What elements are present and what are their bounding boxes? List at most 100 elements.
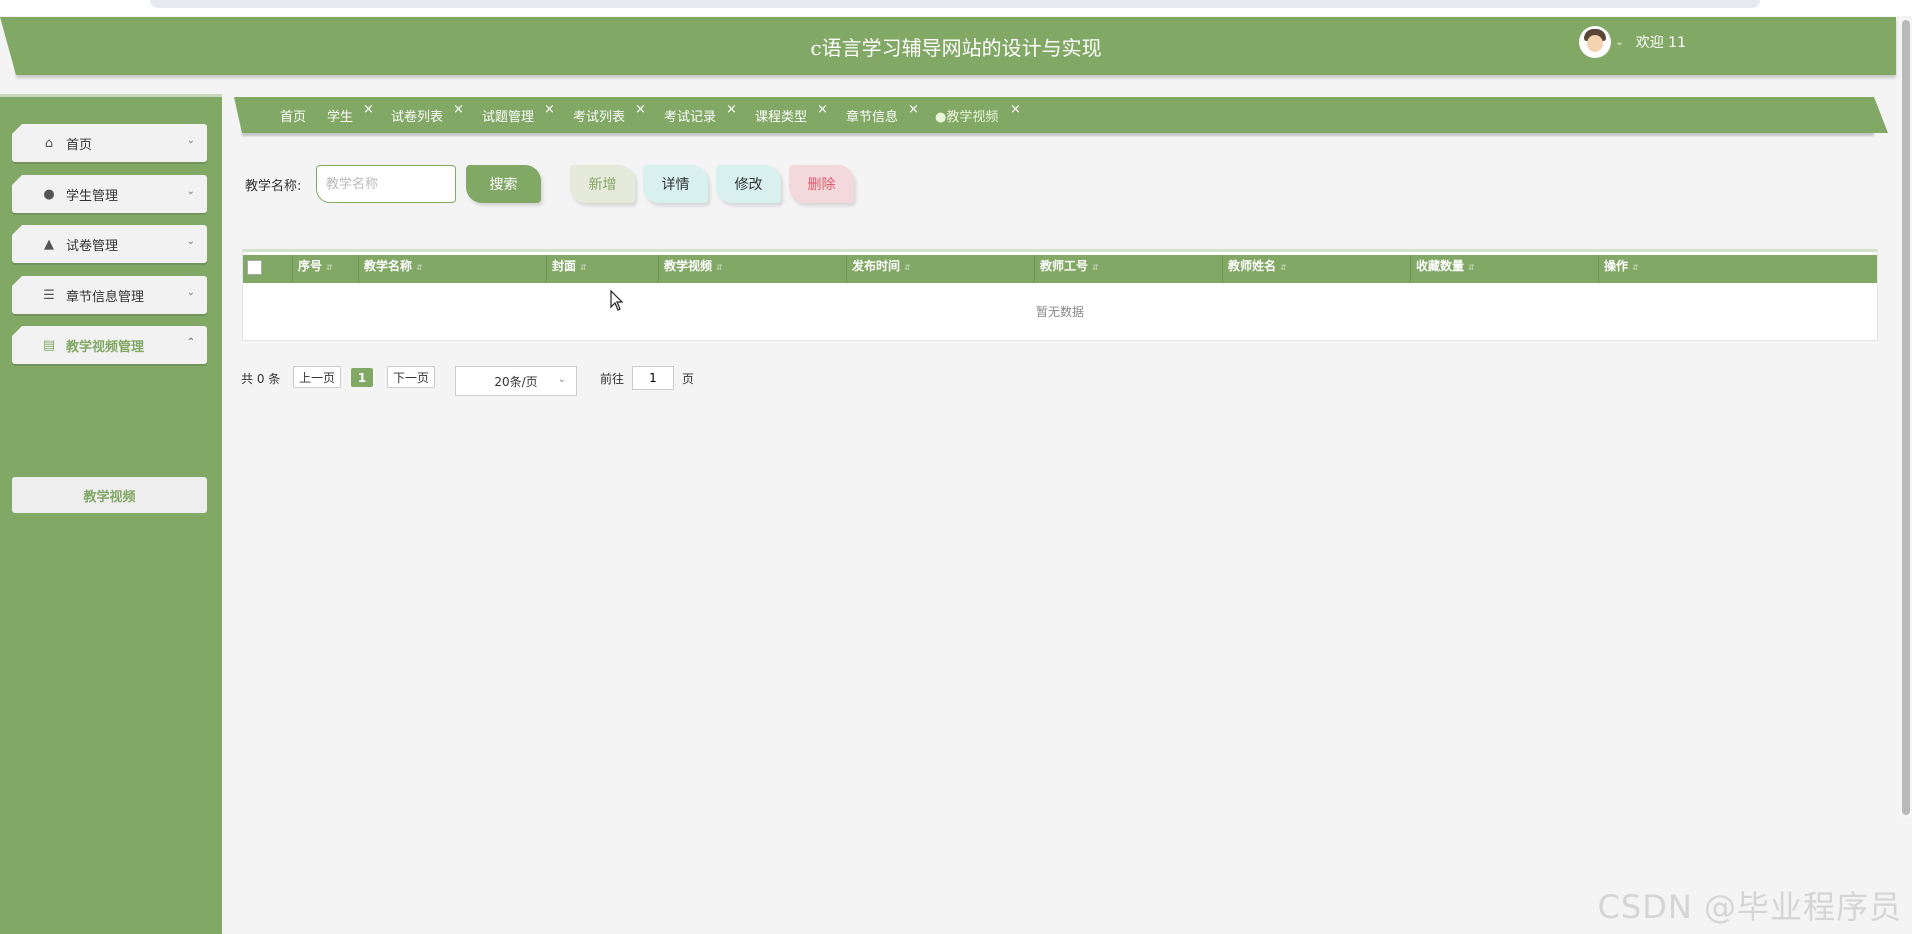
home-icon: ⌂ bbox=[44, 135, 54, 151]
tab-teaching-videos[interactable]: ●教学视频 × bbox=[935, 102, 1021, 125]
page-scrollbar[interactable] bbox=[1900, 18, 1912, 818]
goto-page-input[interactable] bbox=[632, 366, 674, 390]
column-header[interactable]: 教师姓名 ⇵ bbox=[1222, 255, 1410, 283]
empty-text: 暂无数据 bbox=[1035, 305, 1084, 319]
chevron-down-icon: ⌄ bbox=[186, 135, 195, 146]
watermark: CSDN @毕业程序员 bbox=[1597, 888, 1902, 926]
column-header[interactable]: 教师工号 ⇵ bbox=[1034, 255, 1222, 283]
close-icon[interactable]: × bbox=[1010, 102, 1021, 117]
tab-label: 课程类型 bbox=[755, 110, 808, 125]
select-all-checkbox[interactable] bbox=[247, 260, 262, 275]
user-icon: ● bbox=[43, 186, 55, 202]
close-icon[interactable]: × bbox=[453, 102, 464, 117]
tab-exam-list[interactable]: 考试列表 × bbox=[573, 102, 646, 125]
chevron-down-icon: ⌄ bbox=[557, 374, 566, 385]
chevron-down-icon[interactable]: ⌄ bbox=[1615, 37, 1623, 48]
user-menu[interactable]: ⌄ 欢迎 11 bbox=[1579, 26, 1686, 58]
column-header[interactable]: 收藏数量 ⇵ bbox=[1410, 255, 1598, 283]
sidebar-item-label: 章节信息管理 bbox=[66, 289, 145, 305]
sort-icon: ⇵ bbox=[1280, 263, 1287, 272]
sort-icon: ⇵ bbox=[580, 263, 587, 272]
column-header[interactable]: 封面 ⇵ bbox=[546, 255, 658, 283]
sort-icon: ⇵ bbox=[1092, 263, 1099, 272]
sort-icon: ⇵ bbox=[1468, 263, 1475, 272]
tab-label: 学生 bbox=[327, 110, 354, 125]
sidebar-item-chapters[interactable]: ☰ 章节信息管理 ⌄ bbox=[12, 276, 207, 314]
prev-page-button[interactable]: 上一页 bbox=[293, 366, 341, 388]
scrollbar-thumb[interactable] bbox=[1902, 20, 1910, 815]
column-header[interactable]: 操作 ⇵ bbox=[1598, 255, 1877, 283]
tab-course-types[interactable]: 课程类型 × bbox=[755, 102, 828, 125]
avatar[interactable] bbox=[1579, 26, 1612, 58]
data-table: 序号 ⇵ 教学名称 ⇵ 封面 ⇵ 教学视频 ⇵ 发布时间 ⇵ 教师工号 ⇵ 教师姓名 ⇵ 收藏… bbox=[242, 249, 1878, 341]
column-header[interactable]: 序号 ⇵ bbox=[292, 255, 358, 283]
page-unit: 页 bbox=[682, 372, 695, 386]
search-button[interactable]: 搜索 bbox=[466, 165, 541, 203]
tab-label: 考试记录 bbox=[664, 110, 717, 125]
tab-label: 试题管理 bbox=[482, 110, 535, 125]
add-button[interactable]: 新增 bbox=[570, 165, 635, 203]
app-header: c语言学习辅导网站的设计与实现 ⌄ 欢迎 11 bbox=[0, 17, 1896, 75]
sidebar-item-papers[interactable]: ▲ 试卷管理 ⌄ bbox=[12, 225, 207, 263]
sort-icon: ⇵ bbox=[326, 263, 333, 272]
close-icon[interactable]: × bbox=[726, 102, 737, 117]
tab-label: 首页 bbox=[280, 110, 307, 125]
edit-button[interactable]: 修改 bbox=[716, 165, 781, 203]
sidebar: ⌂ 首页 ⌄ ● 学生管理 ⌄ ▲ 试卷管理 ⌄ ☰ 章节信息管理 ⌄ ▤ 教学… bbox=[0, 97, 222, 934]
sidebar-item-home[interactable]: ⌂ 首页 ⌄ bbox=[12, 124, 207, 162]
search-label: 教学名称: bbox=[245, 179, 302, 194]
sidebar-subitem-videos[interactable]: 教学视频 bbox=[12, 477, 207, 513]
tab-exam-records[interactable]: 考试记录 × bbox=[664, 102, 737, 125]
sort-icon: ⇵ bbox=[716, 263, 723, 272]
column-header[interactable]: 教学名称 ⇵ bbox=[358, 255, 546, 283]
close-icon[interactable]: × bbox=[635, 102, 646, 117]
tab-label: 章节信息 bbox=[846, 110, 899, 125]
chevron-down-icon: ⌄ bbox=[186, 186, 195, 197]
table-header: 序号 ⇵ 教学名称 ⇵ 封面 ⇵ 教学视频 ⇵ 发布时间 ⇵ 教师工号 ⇵ 教师姓名 ⇵ 收藏… bbox=[243, 255, 1877, 283]
column-header[interactable]: 发布时间 ⇵ bbox=[846, 255, 1034, 283]
tab-bar: 首页 学生 × 试卷列表 × 试题管理 × 考试列表 × 考试记录 × 课程类型 × 章节信… bbox=[234, 97, 1888, 133]
tab-label: 试卷列表 bbox=[391, 110, 444, 125]
sort-icon: ⇵ bbox=[416, 263, 423, 272]
chevron-up-icon: ⌃ bbox=[186, 337, 195, 348]
archive-icon: ▤ bbox=[42, 337, 56, 353]
current-page[interactable]: 1 bbox=[351, 368, 373, 387]
next-page-button[interactable]: 下一页 bbox=[387, 366, 435, 388]
tab-label: 考试列表 bbox=[573, 110, 626, 125]
sort-icon: ⇵ bbox=[904, 263, 911, 272]
pagination-total: 共 0 条 bbox=[241, 372, 281, 386]
tab-paper-list[interactable]: 试卷列表 × bbox=[391, 102, 464, 125]
sidebar-item-label: 试卷管理 bbox=[66, 238, 119, 254]
goto-label: 前往 bbox=[600, 372, 625, 386]
tab-question-management[interactable]: 试题管理 × bbox=[482, 102, 555, 125]
sidebar-item-students[interactable]: ● 学生管理 ⌄ bbox=[12, 175, 207, 213]
close-icon[interactable]: × bbox=[817, 102, 828, 117]
drop-icon: ▲ bbox=[44, 236, 54, 252]
page-size-select[interactable]: 20条/页 ⌄ bbox=[455, 366, 577, 396]
delete-button[interactable]: 删除 bbox=[789, 165, 854, 203]
list-icon: ☰ bbox=[43, 287, 55, 303]
browser-bar bbox=[150, 0, 1760, 8]
close-icon[interactable]: × bbox=[544, 102, 555, 117]
sort-icon: ⇵ bbox=[1632, 263, 1639, 272]
browser-top-strip bbox=[0, 0, 1912, 16]
tab-chapter-info[interactable]: 章节信息 × bbox=[846, 102, 919, 125]
tab-label: ●教学视频 bbox=[935, 110, 999, 125]
tab-students[interactable]: 学生 × bbox=[327, 102, 374, 125]
mouse-cursor-icon bbox=[610, 290, 624, 311]
search-input[interactable] bbox=[316, 165, 456, 203]
close-icon[interactable]: × bbox=[363, 102, 374, 117]
page-size-value: 20条/页 bbox=[494, 374, 538, 389]
sidebar-item-videos[interactable]: ▤ 教学视频管理 ⌃ bbox=[12, 326, 207, 364]
detail-button[interactable]: 详情 bbox=[643, 165, 708, 203]
sidebar-item-label: 学生管理 bbox=[66, 188, 119, 204]
chevron-down-icon: ⌄ bbox=[186, 236, 195, 247]
column-header[interactable]: 教学视频 ⇵ bbox=[658, 255, 846, 283]
sidebar-item-label: 首页 bbox=[66, 137, 93, 153]
close-icon[interactable]: × bbox=[908, 102, 919, 117]
sidebar-item-label: 教学视频管理 bbox=[66, 339, 145, 355]
chevron-down-icon: ⌄ bbox=[186, 287, 195, 298]
tab-home[interactable]: 首页 bbox=[280, 106, 306, 125]
sidebar-subitem-label: 教学视频 bbox=[83, 489, 136, 505]
welcome-text: 欢迎 11 bbox=[1635, 35, 1686, 51]
